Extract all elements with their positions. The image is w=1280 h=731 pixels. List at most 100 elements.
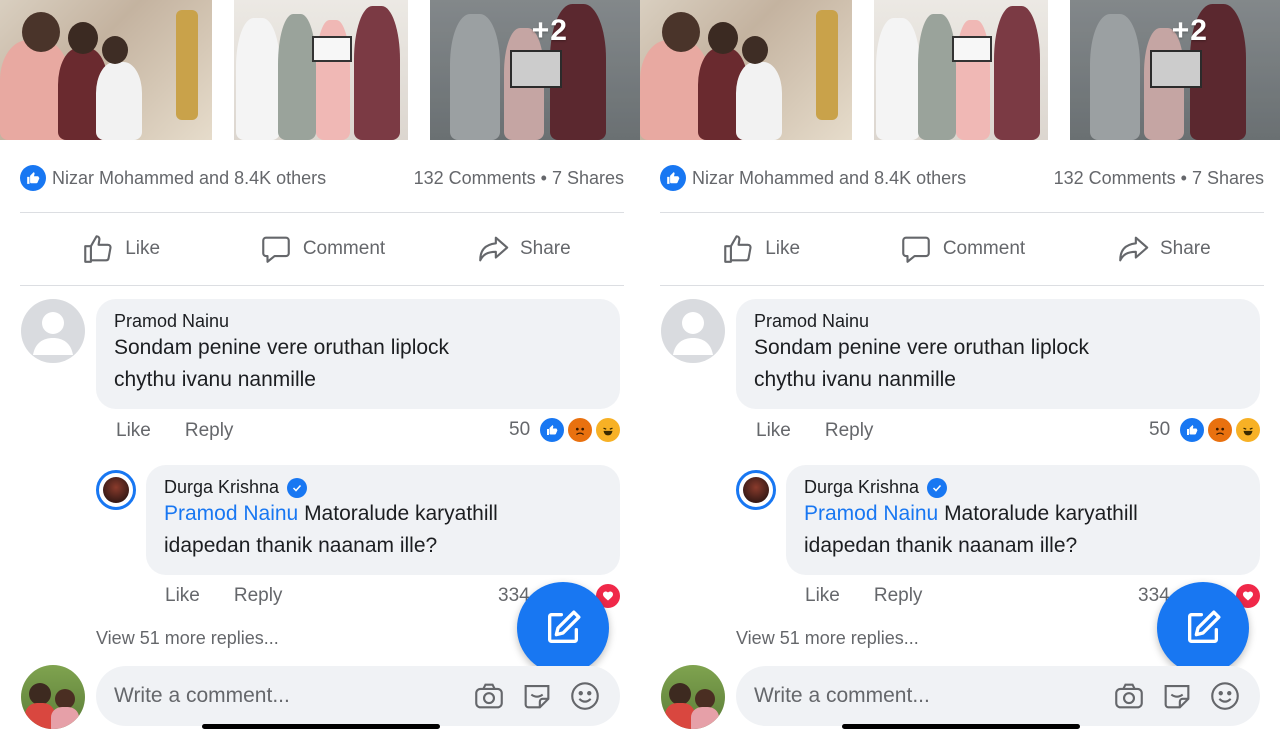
comment-composer[interactable]: Write a comment... xyxy=(736,666,1260,726)
comment-like-button[interactable]: Like xyxy=(116,420,151,442)
post-photo-2[interactable] xyxy=(234,0,408,140)
compose-post-button[interactable] xyxy=(517,582,609,674)
camera-icon[interactable] xyxy=(472,679,506,713)
comment-input[interactable]: Write a comment... xyxy=(754,684,1098,708)
like-reaction-icon xyxy=(1178,416,1207,444)
view-more-replies-link[interactable]: View 51 more replies... xyxy=(736,628,919,649)
more-photos-count: +2 xyxy=(531,14,568,47)
my-profile-avatar[interactable] xyxy=(21,665,85,729)
post-photo-2[interactable] xyxy=(874,0,1048,140)
reply-author-name: Durga Krishna xyxy=(804,477,920,497)
reply-reply-button[interactable]: Reply xyxy=(874,585,923,607)
divider xyxy=(20,212,624,213)
comment-text-line-1: Sondam penine vere oruthan liplock xyxy=(754,336,1090,359)
reply-meta: Like Reply xyxy=(805,585,922,607)
post-photo-1[interactable] xyxy=(0,0,212,140)
comment-reply-button[interactable]: Reply xyxy=(825,420,874,442)
reply-text-body: Matoralude karyathill xyxy=(298,502,498,526)
mention-link[interactable]: Pramod Nainu xyxy=(164,502,298,525)
verified-badge-icon xyxy=(287,478,308,499)
post-photo-3[interactable]: +2 xyxy=(430,0,640,140)
comment-reply-button[interactable]: Reply xyxy=(185,420,234,442)
like-button-label: Like xyxy=(765,238,801,259)
divider xyxy=(20,285,624,286)
like-button[interactable]: Like xyxy=(20,226,221,272)
comment-reactions[interactable]: 50 xyxy=(1149,416,1263,444)
emoji-icon[interactable] xyxy=(568,679,602,713)
my-profile-avatar[interactable] xyxy=(661,665,725,729)
reply-text-line-1: Pramod Nainu Matoralude karyathill xyxy=(164,498,602,530)
comment-reaction-count: 50 xyxy=(1149,419,1171,440)
reply-like-button[interactable]: Like xyxy=(805,585,840,607)
share-button-label: Share xyxy=(519,238,571,259)
comment-author[interactable]: Pramod Nainu xyxy=(114,311,602,332)
reply-like-button[interactable]: Like xyxy=(165,585,200,607)
post-actions: Like Comment Share xyxy=(20,226,624,272)
comments-shares-summary[interactable]: 132 Comments • 7 Shares xyxy=(1054,168,1264,189)
reply-text-line-1: Pramod Nainu Matoralude karyathill xyxy=(804,498,1242,530)
comment-button-label: Comment xyxy=(942,238,1026,259)
thumbs-up-icon xyxy=(84,235,112,263)
share-button-label: Share xyxy=(1159,238,1211,259)
mention-link[interactable]: Pramod Nainu xyxy=(804,502,938,525)
haha-reaction-icon xyxy=(1234,416,1263,444)
share-button[interactable]: Share xyxy=(423,226,624,272)
comment-like-button[interactable]: Like xyxy=(756,420,791,442)
facebook-post-panel-left: +2 Nizar Mohammed and 8.4K others 132 Co… xyxy=(0,0,640,731)
comment-text-line-2: chythu ivanu nanmille xyxy=(114,368,316,391)
reply-text-line-2: idapedan thanik naanam ille? xyxy=(804,534,1078,558)
like-reaction-icon xyxy=(538,416,567,444)
gif-sticker-icon[interactable] xyxy=(1160,679,1194,713)
comment-input[interactable]: Write a comment... xyxy=(114,684,458,708)
reply-author-avatar[interactable] xyxy=(96,470,136,510)
reply-reply-button[interactable]: Reply xyxy=(234,585,283,607)
emoji-icon[interactable] xyxy=(1208,679,1242,713)
reply-bubble: Durga Krishna Pramod Nainu Matoralude ka… xyxy=(786,465,1260,575)
comment-composer[interactable]: Write a comment... xyxy=(96,666,620,726)
compose-post-button[interactable] xyxy=(1157,582,1249,674)
divider xyxy=(660,285,1264,286)
comments-shares-summary[interactable]: 132 Comments • 7 Shares xyxy=(414,168,624,189)
photo-grid: +2 xyxy=(0,0,640,140)
edit-icon xyxy=(1188,610,1221,643)
comment-button[interactable]: Comment xyxy=(221,226,422,272)
reply-author[interactable]: Durga Krishna xyxy=(164,477,602,499)
post-stats: Nizar Mohammed and 8.4K others 132 Comme… xyxy=(20,160,624,196)
likes-summary[interactable]: Nizar Mohammed and 8.4K others xyxy=(52,168,414,189)
reply-author-avatar[interactable] xyxy=(736,470,776,510)
comment-text-line-1: Sondam penine vere oruthan liplock xyxy=(114,336,450,359)
comment-icon xyxy=(902,236,930,263)
post-photo-1[interactable] xyxy=(640,0,852,140)
share-icon xyxy=(1119,236,1149,262)
commenter-avatar[interactable] xyxy=(21,299,85,363)
gif-sticker-icon[interactable] xyxy=(520,679,554,713)
comment-meta: Like Reply xyxy=(756,420,873,442)
view-more-replies-link[interactable]: View 51 more replies... xyxy=(96,628,279,649)
home-indicator xyxy=(202,724,440,729)
post-stats: Nizar Mohammed and 8.4K others 132 Comme… xyxy=(660,160,1264,196)
comment-reaction-count: 50 xyxy=(509,419,531,440)
reply-author[interactable]: Durga Krishna xyxy=(804,477,1242,499)
facebook-post-panel-right: +2 Nizar Mohammed and 8.4K others 132 Co… xyxy=(640,0,1280,731)
commenter-avatar[interactable] xyxy=(661,299,725,363)
comment-text-line-2: chythu ivanu nanmille xyxy=(754,368,956,391)
like-button[interactable]: Like xyxy=(660,226,861,272)
share-button[interactable]: Share xyxy=(1063,226,1264,272)
comment-bubble: Pramod Nainu Sondam penine vere oruthan … xyxy=(736,299,1260,409)
like-reaction-icon xyxy=(20,165,46,191)
edit-icon xyxy=(548,610,581,643)
post-actions: Like Comment Share xyxy=(660,226,1264,272)
comment-reactions[interactable]: 50 xyxy=(509,416,623,444)
divider xyxy=(660,212,1264,213)
like-button-label: Like xyxy=(125,238,161,259)
post-photo-3[interactable]: +2 xyxy=(1070,0,1280,140)
photo-grid: +2 xyxy=(640,0,1280,140)
comment-author[interactable]: Pramod Nainu xyxy=(754,311,1242,332)
like-reaction-icon xyxy=(660,165,686,191)
thumbs-up-icon xyxy=(724,235,752,263)
comment-meta: Like Reply xyxy=(116,420,233,442)
comment-button[interactable]: Comment xyxy=(861,226,1062,272)
comment-bubble: Pramod Nainu Sondam penine vere oruthan … xyxy=(96,299,620,409)
likes-summary[interactable]: Nizar Mohammed and 8.4K others xyxy=(692,168,1054,189)
camera-icon[interactable] xyxy=(1112,679,1146,713)
